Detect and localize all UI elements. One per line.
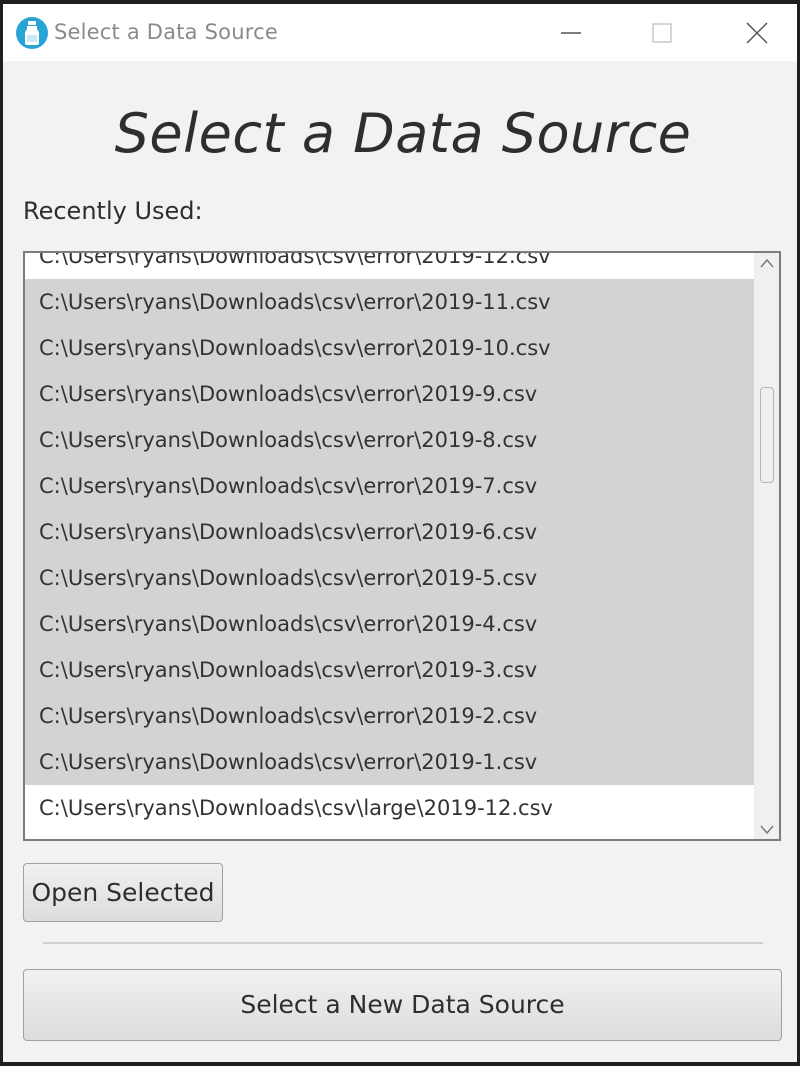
list-item[interactable]: C:\Users\ryans\Downloads\csv\error\2019-… bbox=[25, 739, 756, 785]
list-item[interactable]: C:\Users\ryans\Downloads\csv\error\2019-… bbox=[25, 417, 756, 463]
dialog-window: Select a Data Source Select a Data Sourc… bbox=[3, 4, 797, 1062]
select-new-data-source-button[interactable]: Select a New Data Source bbox=[23, 969, 782, 1041]
chevron-down-icon bbox=[760, 825, 774, 835]
scroll-up-button[interactable] bbox=[754, 253, 779, 273]
list-item[interactable]: C:\Users\ryans\Downloads\csv\large\2019-… bbox=[25, 785, 756, 831]
list-item[interactable]: C:\Users\ryans\Downloads\csv\error\2019-… bbox=[25, 647, 756, 693]
scroll-thumb[interactable] bbox=[760, 387, 774, 483]
app-bottle-icon bbox=[16, 17, 48, 49]
list-item[interactable]: C:\Users\ryans\Downloads\csv\error\2019-… bbox=[25, 279, 756, 325]
close-button[interactable] bbox=[717, 4, 797, 61]
list-item[interactable]: C:\Users\ryans\Downloads\csv\error\2019-… bbox=[25, 693, 756, 739]
list-item[interactable]: C:\Users\ryans\Downloads\csv\error\2019-… bbox=[25, 463, 756, 509]
scroll-down-button[interactable] bbox=[754, 819, 779, 839]
minimize-icon bbox=[561, 32, 581, 34]
close-icon bbox=[746, 22, 768, 44]
window-title: Select a Data Source bbox=[54, 20, 278, 44]
list-item[interactable]: C:\Users\ryans\Downloads\csv\error\2019-… bbox=[25, 325, 756, 371]
list-item[interactable]: C:\Users\ryans\Downloads\csv\error\2019-… bbox=[25, 601, 756, 647]
title-bar[interactable]: Select a Data Source bbox=[3, 4, 797, 61]
list-item[interactable]: C:\Users\ryans\Downloads\csv\error\2019-… bbox=[25, 509, 756, 555]
list-item[interactable]: C:\Users\ryans\Downloads\csv\error\2019-… bbox=[25, 371, 756, 417]
list-item[interactable]: C:\Users\ryans\Downloads\csv\error\2019-… bbox=[25, 253, 756, 279]
divider bbox=[43, 942, 763, 944]
list-items-container: C:\Users\ryans\Downloads\csv\error\2019-… bbox=[25, 253, 756, 831]
vertical-scrollbar[interactable] bbox=[754, 253, 779, 839]
recently-used-label: Recently Used: bbox=[23, 197, 203, 225]
chevron-up-icon bbox=[760, 258, 774, 268]
maximize-icon bbox=[652, 23, 672, 43]
open-selected-button[interactable]: Open Selected bbox=[23, 863, 223, 922]
list-item[interactable]: C:\Users\ryans\Downloads\csv\error\2019-… bbox=[25, 555, 756, 601]
minimize-button[interactable] bbox=[531, 4, 611, 61]
maximize-button[interactable] bbox=[622, 4, 702, 61]
recent-files-list[interactable]: C:\Users\ryans\Downloads\csv\error\2019-… bbox=[23, 251, 781, 841]
page-heading: Select a Data Source bbox=[114, 102, 692, 165]
